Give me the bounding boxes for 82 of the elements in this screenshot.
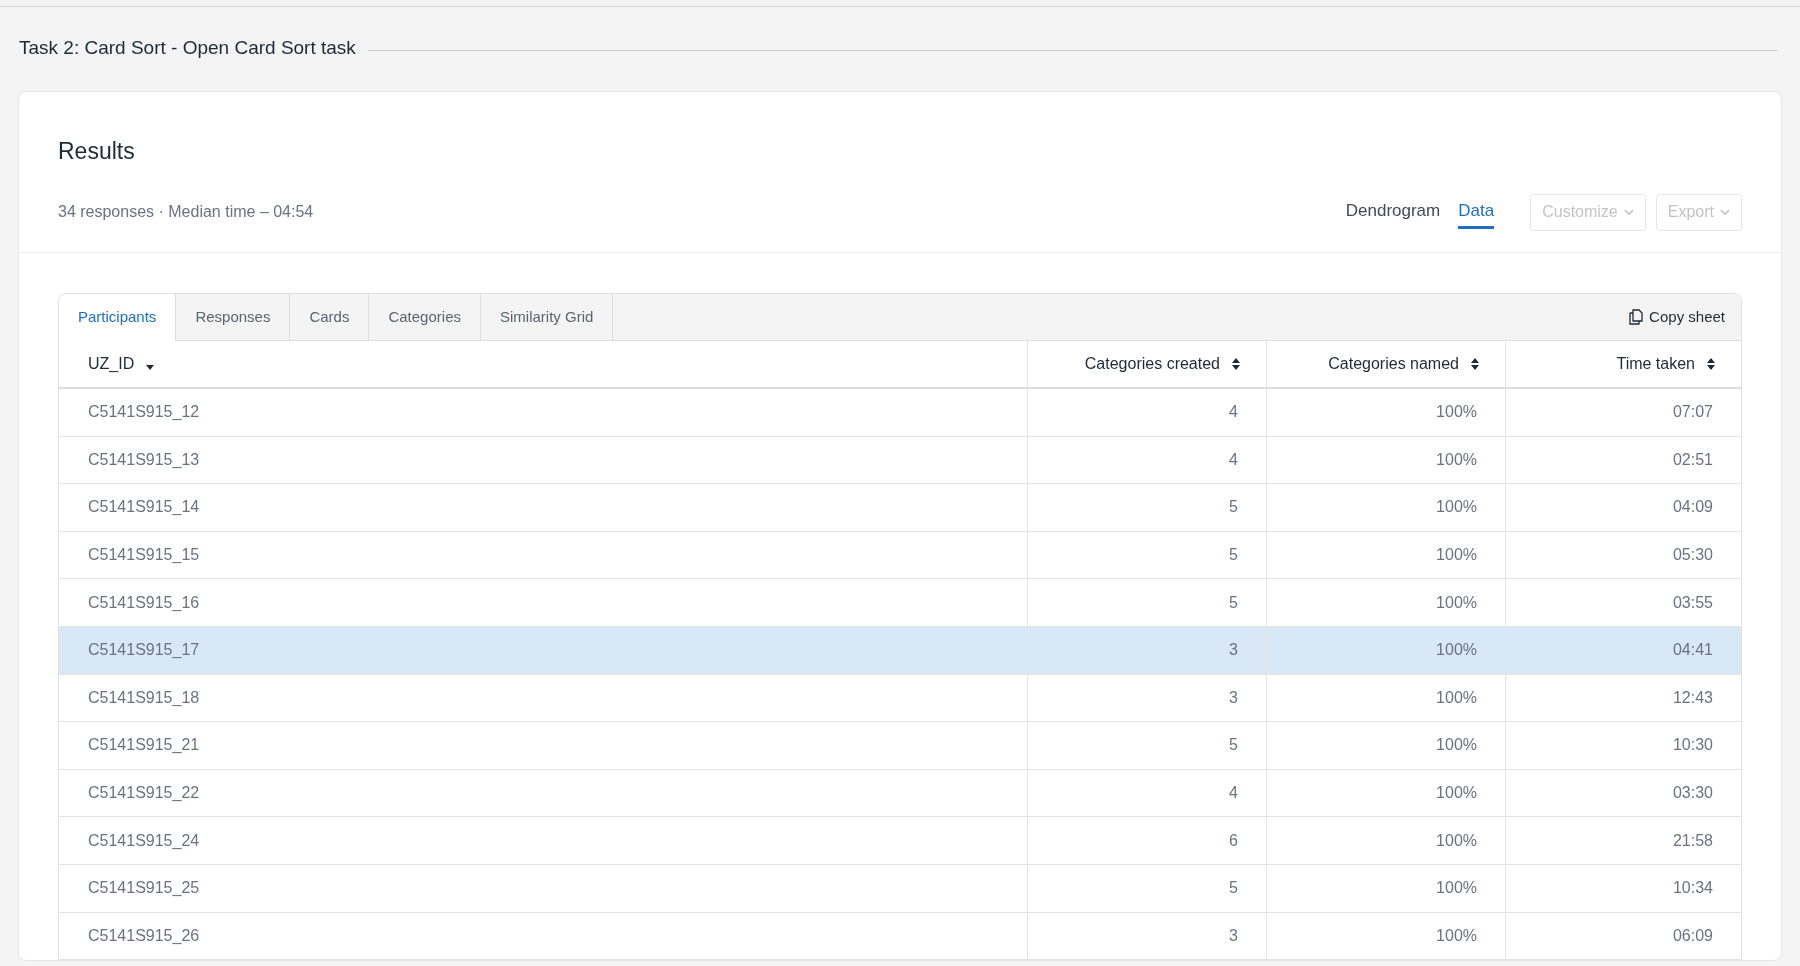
tab[interactable]: Similarity Grid bbox=[481, 294, 614, 341]
table-cell-text: 4 bbox=[1229, 449, 1238, 470]
caret-icon bbox=[1720, 208, 1730, 216]
table-cell-text: 5 bbox=[1229, 592, 1238, 613]
table-cell-text: 4 bbox=[1229, 402, 1238, 423]
table-cell-text: 100% bbox=[1436, 497, 1477, 518]
table-cell-text: 100% bbox=[1436, 878, 1477, 899]
caret-icon bbox=[1623, 208, 1634, 216]
table-cell-text: 12:43 bbox=[1672, 687, 1713, 708]
sort-icon bbox=[1471, 358, 1479, 370]
table-cell-text: 05:30 bbox=[1672, 545, 1713, 566]
table-row[interactable]: C5141S915_15 5 100% 05:30 bbox=[59, 531, 1741, 580]
table-cell-text: 100% bbox=[1436, 735, 1477, 756]
table-cell-text: 6 bbox=[1229, 830, 1238, 851]
tab[interactable]: Participants bbox=[59, 294, 177, 341]
table-cell-text: C5141S915_22 bbox=[88, 783, 200, 804]
table-cell-text: 5 bbox=[1229, 735, 1238, 756]
column-header[interactable]: Categories named bbox=[1266, 341, 1505, 387]
table-cell-text: C5141S915_13 bbox=[88, 449, 200, 470]
table-cell-text: 5 bbox=[1229, 545, 1238, 566]
table-cell-text: C5141S915_18 bbox=[88, 687, 200, 708]
copy-icon bbox=[1629, 309, 1644, 325]
sort-icon bbox=[1707, 358, 1715, 370]
table-row[interactable]: C5141S915_25 5 100% 10:34 bbox=[59, 864, 1741, 913]
table-cell-text: 100% bbox=[1436, 830, 1477, 851]
summary-text: 34 responses · Median time – 04:54 bbox=[58, 202, 314, 222]
table-cell-text: 04:09 bbox=[1672, 497, 1713, 518]
table-cell-text: 100% bbox=[1436, 402, 1477, 423]
sort-icon bbox=[1232, 358, 1240, 370]
table-cell-text: 3 bbox=[1229, 925, 1238, 946]
table-cell-text: 100% bbox=[1436, 783, 1477, 804]
column-header[interactable]: Categories created bbox=[1027, 341, 1266, 387]
table-cell-text: 100% bbox=[1436, 925, 1477, 946]
table-row[interactable]: C5141S915_12 4 100% 07:07 bbox=[59, 389, 1741, 437]
table-cell-text: 21:58 bbox=[1672, 830, 1713, 851]
table-row[interactable]: C5141S915_13 4 100% 02:51 bbox=[59, 436, 1741, 485]
table-cell-text: C5141S915_17 bbox=[88, 640, 200, 661]
table-row[interactable]: C5141S915_14 5 100% 04:09 bbox=[59, 484, 1741, 532]
table-cell-text: 100% bbox=[1436, 449, 1477, 470]
table-cell-text: C5141S915_15 bbox=[88, 545, 200, 566]
tab[interactable]: Responses bbox=[176, 294, 291, 341]
section-title: Task 2: Card Sort - Open Card Sort task bbox=[19, 36, 356, 60]
table-cell-text: 100% bbox=[1436, 592, 1477, 613]
table-cell-text: 100% bbox=[1436, 640, 1477, 661]
table-cell-text: C5141S915_16 bbox=[88, 592, 200, 613]
tab[interactable]: Cards bbox=[290, 294, 370, 341]
table-cell-text: 02:51 bbox=[1672, 449, 1713, 470]
table-cell-text: 100% bbox=[1436, 687, 1477, 708]
table-cell-text: 03:30 bbox=[1672, 783, 1713, 804]
table-cell-text: C5141S915_21 bbox=[88, 735, 200, 756]
table-cell-text: 100% bbox=[1436, 545, 1477, 566]
table-cell-text: 06:09 bbox=[1672, 925, 1713, 946]
table-cell-text: 3 bbox=[1229, 640, 1238, 661]
table-row[interactable]: C5141S915_21 5 100% 10:30 bbox=[59, 722, 1741, 770]
table-cell-text: 5 bbox=[1229, 497, 1238, 518]
sort-descending-icon bbox=[146, 364, 155, 370]
table-cell-text: 10:30 bbox=[1672, 735, 1713, 756]
table-row[interactable]: C5141S915_16 5 100% 03:55 bbox=[59, 579, 1741, 627]
table-cell-text: 3 bbox=[1229, 687, 1238, 708]
view-tab[interactable]: Dendrogram bbox=[1345, 195, 1441, 229]
table-cell-text: C5141S915_14 bbox=[88, 497, 200, 518]
results-title: Results bbox=[58, 136, 136, 166]
table-cell-text: C5141S915_12 bbox=[88, 402, 200, 423]
column-header[interactable]: UZ_ID bbox=[59, 341, 1027, 387]
copy-sheet-button[interactable]: Copy sheet bbox=[1629, 305, 1725, 329]
table-row[interactable]: C5141S915_24 6 100% 21:58 bbox=[59, 817, 1741, 865]
table-cell-text: 04:41 bbox=[1672, 640, 1713, 661]
table-cell-text: 03:55 bbox=[1672, 592, 1713, 613]
table-row[interactable]: C5141S915_26 3 100% 06:09 bbox=[59, 912, 1741, 960]
table-row[interactable]: C5141S915_17 3 100% 04:41 bbox=[59, 626, 1741, 675]
table-cell-text: C5141S915_24 bbox=[88, 830, 200, 851]
table-cell-text: C5141S915_26 bbox=[88, 925, 200, 946]
table-row[interactable]: C5141S915_22 4 100% 03:30 bbox=[59, 769, 1741, 818]
table-row[interactable]: C5141S915_18 3 100% 12:43 bbox=[59, 674, 1741, 723]
column-header[interactable]: Time taken bbox=[1505, 341, 1741, 387]
table-cell-text: 07:07 bbox=[1672, 402, 1713, 423]
table-cell-text: C5141S915_25 bbox=[88, 878, 200, 899]
view-tab[interactable]: Data bbox=[1458, 195, 1495, 229]
table-cell-text: 10:34 bbox=[1672, 878, 1713, 899]
tab[interactable]: Categories bbox=[369, 294, 481, 341]
table-cell-text: 4 bbox=[1229, 783, 1238, 804]
table-cell-text: 5 bbox=[1229, 878, 1238, 899]
